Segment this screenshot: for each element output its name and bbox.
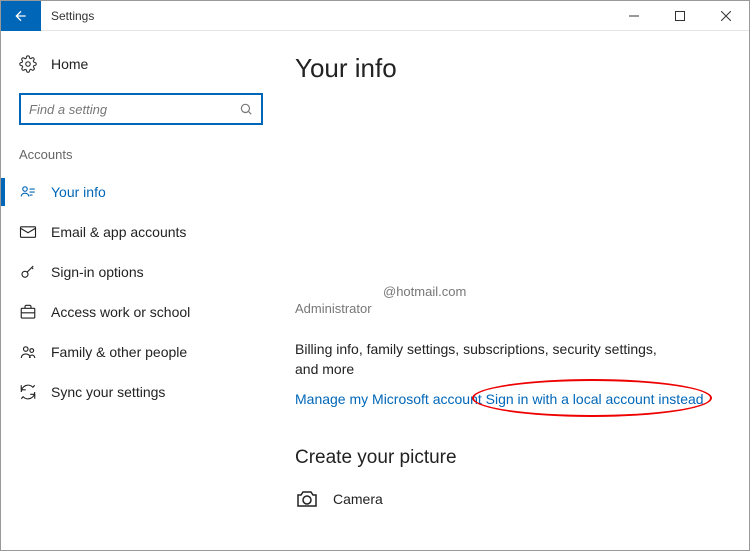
back-button[interactable] bbox=[1, 1, 41, 31]
nav-item-signin[interactable]: Sign-in options bbox=[1, 252, 281, 292]
nav-label: Access work or school bbox=[51, 304, 190, 320]
main-panel: Your info @hotmail.com Administrator Bil… bbox=[281, 31, 749, 550]
search-input[interactable] bbox=[29, 102, 239, 117]
nav-item-email[interactable]: Email & app accounts bbox=[1, 212, 281, 252]
briefcase-icon bbox=[19, 303, 37, 321]
person-card-icon bbox=[19, 183, 37, 201]
nav-label: Sign-in options bbox=[51, 264, 144, 280]
window-title: Settings bbox=[51, 9, 611, 23]
category-label: Accounts bbox=[1, 147, 281, 172]
minimize-icon bbox=[629, 11, 639, 21]
arrow-left-icon bbox=[13, 8, 29, 24]
billing-description: Billing info, family settings, subscript… bbox=[295, 340, 675, 379]
nav-label: Email & app accounts bbox=[51, 224, 186, 240]
home-button[interactable]: Home bbox=[1, 49, 281, 79]
camera-button[interactable]: Camera bbox=[295, 487, 719, 511]
maximize-icon bbox=[675, 11, 685, 21]
nav-label: Family & other people bbox=[51, 344, 187, 360]
nav-label: Your info bbox=[51, 184, 106, 200]
window-controls bbox=[611, 1, 749, 31]
people-icon bbox=[19, 343, 37, 361]
nav-item-family[interactable]: Family & other people bbox=[1, 332, 281, 372]
titlebar: Settings bbox=[1, 1, 749, 31]
local-account-link[interactable]: Sign in with a local account instead bbox=[486, 391, 704, 407]
close-icon bbox=[721, 11, 731, 21]
user-email: @hotmail.com bbox=[383, 284, 719, 299]
nav-item-work-school[interactable]: Access work or school bbox=[1, 292, 281, 332]
sidebar: Home Accounts Your info Email & app acco… bbox=[1, 31, 281, 550]
user-role: Administrator bbox=[295, 301, 719, 316]
camera-icon bbox=[295, 487, 319, 511]
camera-label: Camera bbox=[333, 491, 383, 507]
nav-item-sync[interactable]: Sync your settings bbox=[1, 372, 281, 412]
minimize-button[interactable] bbox=[611, 1, 657, 31]
gear-icon bbox=[19, 55, 37, 73]
nav-label: Sync your settings bbox=[51, 384, 165, 400]
maximize-button[interactable] bbox=[657, 1, 703, 31]
mail-icon bbox=[19, 223, 37, 241]
search-icon bbox=[239, 102, 253, 116]
search-box[interactable] bbox=[19, 93, 263, 125]
picture-heading: Create your picture bbox=[295, 447, 719, 469]
sync-icon bbox=[19, 383, 37, 401]
manage-account-link[interactable]: Manage my Microsoft account bbox=[295, 391, 482, 407]
key-icon bbox=[19, 263, 37, 281]
nav-item-your-info[interactable]: Your info bbox=[1, 172, 281, 212]
page-heading: Your info bbox=[295, 53, 719, 84]
close-button[interactable] bbox=[703, 1, 749, 31]
home-label: Home bbox=[51, 56, 88, 72]
